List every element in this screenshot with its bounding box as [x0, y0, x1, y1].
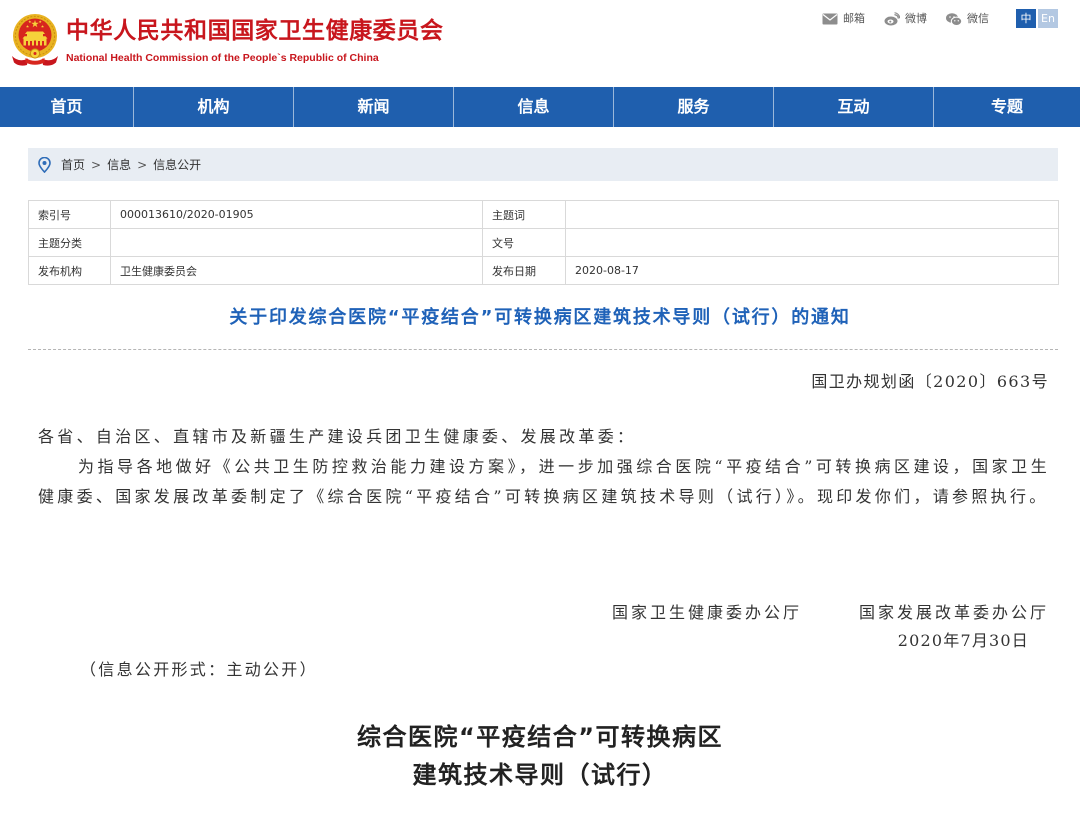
breadcrumb-information[interactable]: 信息	[107, 156, 131, 173]
attachment-title: 综合医院“平疫结合”可转换病区 建筑技术导则（试行）	[0, 718, 1080, 794]
wechat-link-label: 微信	[967, 12, 989, 25]
location-pin-icon	[38, 156, 51, 173]
nav-item-services[interactable]: 服务	[613, 87, 773, 127]
nav-item-topics[interactable]: 专题	[933, 87, 1080, 127]
signatories: 国家卫生健康委办公厅 国家发展改革委办公厅	[612, 600, 1049, 626]
attachment-title-line-1: 综合医院“平疫结合”可转换病区	[356, 723, 724, 751]
meta-label-index: 索引号	[28, 200, 111, 229]
meta-value-keywords	[565, 200, 1059, 229]
signatory-nhc-office: 国家卫生健康委办公厅	[611, 603, 802, 622]
lang-zh-button[interactable]: 中	[1016, 9, 1036, 28]
signatory-ndrc-office: 国家发展改革委办公厅	[858, 603, 1049, 622]
document-meta-table: 索引号 000013610/2020-01905 主题词 主题分类 文号 发布机…	[28, 200, 1059, 285]
weibo-icon	[884, 12, 900, 26]
meta-value-category	[110, 228, 483, 257]
attachment-title-line-2: 建筑技术导则（试行）	[412, 761, 668, 789]
nav-item-information[interactable]: 信息	[453, 87, 613, 127]
national-emblem-icon	[12, 14, 58, 66]
nav-item-news[interactable]: 新闻	[293, 87, 453, 127]
main-nav: 首页 机构 新闻 信息 服务 互动 专题	[0, 87, 1080, 127]
wechat-icon	[946, 12, 962, 26]
meta-label-publisher: 发布机构	[28, 256, 111, 285]
site-subtitle: National Health Commission of the People…	[66, 52, 379, 64]
meta-label-doc-number: 文号	[482, 228, 566, 257]
weibo-link[interactable]: 微博	[884, 9, 927, 29]
meta-label-publish-date: 发布日期	[482, 256, 566, 285]
site-logo-link[interactable]: 中华人民共和国国家卫生健康委员会 National Health Commiss…	[8, 10, 458, 72]
meta-label-category: 主题分类	[28, 228, 111, 257]
table-row: 主题分类 文号	[28, 228, 1059, 257]
breadcrumb-separator: >	[91, 157, 102, 172]
breadcrumb-disclosure[interactable]: 信息公开	[153, 156, 201, 173]
breadcrumb: 首页 > 信息 > 信息公开	[28, 148, 1058, 181]
meta-value-index: 000013610/2020-01905	[110, 200, 483, 229]
meta-value-doc-number	[565, 228, 1059, 257]
wechat-link[interactable]: 微信	[946, 9, 989, 29]
mail-link[interactable]: 邮箱	[822, 9, 865, 29]
signature-date: 2020年7月30日	[897, 631, 1029, 650]
mail-link-label: 邮箱	[843, 12, 865, 25]
title-divider	[28, 349, 1058, 350]
meta-value-publisher: 卫生健康委员会	[110, 256, 483, 285]
nav-item-interaction[interactable]: 互动	[773, 87, 933, 127]
language-switch: 中 En	[1016, 9, 1058, 28]
lang-en-button[interactable]: En	[1038, 9, 1058, 28]
article-paragraph: 为指导各地做好《公共卫生防控救治能力建设方案》，进一步加强综合医院“平疫结合”可…	[38, 457, 1050, 506]
nav-item-home[interactable]: 首页	[0, 87, 133, 127]
article-body: 各省、自治区、直辖市及新疆生产建设兵团卫生健康委、发展改革委： 为指导各地做好《…	[38, 422, 1050, 512]
weibo-link-label: 微博	[905, 12, 927, 25]
article-title: 关于印发综合医院“平疫结合”可转换病区建筑技术导则（试行）的通知	[229, 307, 851, 328]
top-links: 邮箱 微博 微信	[822, 9, 989, 29]
meta-label-keywords: 主题词	[482, 200, 566, 229]
disclosure-form: （信息公开形式：主动公开）	[80, 660, 318, 679]
mail-icon	[822, 13, 838, 25]
table-row: 索引号 000013610/2020-01905 主题词	[28, 200, 1059, 229]
table-row: 发布机构 卫生健康委员会 发布日期 2020-08-17	[28, 256, 1059, 285]
document-number: 国卫办规划函〔2020〕663号	[811, 372, 1049, 391]
site-title: 中华人民共和国国家卫生健康委员会	[66, 18, 444, 44]
breadcrumb-separator: >	[137, 157, 148, 172]
meta-value-publish-date: 2020-08-17	[565, 256, 1059, 285]
breadcrumb-home[interactable]: 首页	[61, 156, 85, 173]
article-salutation: 各省、自治区、直辖市及新疆生产建设兵团卫生健康委、发展改革委：	[38, 427, 637, 446]
nav-item-organization[interactable]: 机构	[133, 87, 293, 127]
